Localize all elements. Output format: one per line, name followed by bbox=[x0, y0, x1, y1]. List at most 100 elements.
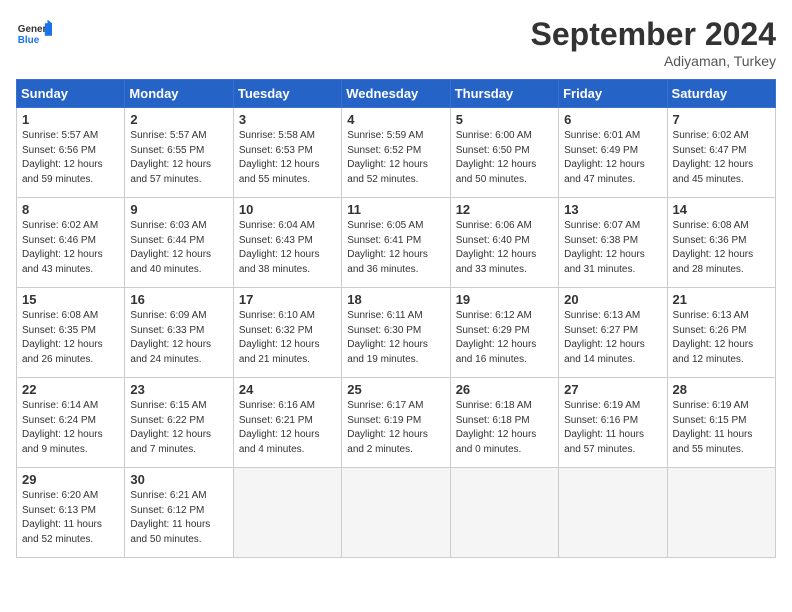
calendar-week-row: 22 Sunrise: 6:14 AM Sunset: 6:24 PM Dayli… bbox=[17, 378, 776, 468]
day-info: Sunrise: 6:13 AM Sunset: 6:26 PM Dayligh… bbox=[673, 309, 770, 367]
day-info: Sunrise: 6:09 AM Sunset: 6:33 PM Dayligh… bbox=[130, 309, 227, 367]
day-header-wednesday: Wednesday bbox=[342, 80, 450, 108]
day-number: 15 bbox=[22, 292, 119, 307]
calendar-day-cell: 15 Sunrise: 6:08 AM Sunset: 6:35 PM Dayli… bbox=[17, 288, 125, 378]
day-info: Sunrise: 6:21 AM Sunset: 6:12 PM Dayligh… bbox=[130, 489, 227, 547]
day-number: 10 bbox=[239, 202, 336, 217]
calendar-week-row: 29 Sunrise: 6:20 AM Sunset: 6:13 PM Dayli… bbox=[17, 468, 776, 558]
calendar-day-cell: 5 Sunrise: 6:00 AM Sunset: 6:50 PM Daylig… bbox=[450, 108, 558, 198]
day-info: Sunrise: 6:17 AM Sunset: 6:19 PM Dayligh… bbox=[347, 399, 444, 457]
day-number: 4 bbox=[347, 112, 444, 127]
day-number: 26 bbox=[456, 382, 553, 397]
calendar-day-cell: 1Sunrise: 5:57 AM Sunset: 6:56 PM Daylig… bbox=[17, 108, 125, 198]
title-area: September 2024 Adiyaman, Turkey bbox=[531, 16, 776, 69]
calendar-week-row: 8Sunrise: 6:02 AM Sunset: 6:46 PM Daylig… bbox=[17, 198, 776, 288]
day-info: Sunrise: 6:05 AM Sunset: 6:41 PM Dayligh… bbox=[347, 219, 444, 277]
calendar-day-cell: 16 Sunrise: 6:09 AM Sunset: 6:33 PM Dayli… bbox=[125, 288, 233, 378]
day-info: Sunrise: 6:06 AM Sunset: 6:40 PM Dayligh… bbox=[456, 219, 553, 277]
day-number: 16 bbox=[130, 292, 227, 307]
day-number: 17 bbox=[239, 292, 336, 307]
calendar-day-cell: 14 Sunrise: 6:08 AM Sunset: 6:36 PM Dayli… bbox=[667, 198, 775, 288]
day-info: Sunrise: 6:19 AM Sunset: 6:15 PM Dayligh… bbox=[673, 399, 770, 457]
location: Adiyaman, Turkey bbox=[531, 53, 776, 69]
calendar-day-cell: 26 Sunrise: 6:18 AM Sunset: 6:18 PM Dayli… bbox=[450, 378, 558, 468]
day-info: Sunrise: 6:01 AM Sunset: 6:49 PM Dayligh… bbox=[564, 129, 661, 187]
day-info: Sunrise: 6:08 AM Sunset: 6:36 PM Dayligh… bbox=[673, 219, 770, 277]
day-number: 19 bbox=[456, 292, 553, 307]
day-number: 9 bbox=[130, 202, 227, 217]
day-number: 14 bbox=[673, 202, 770, 217]
day-header-saturday: Saturday bbox=[667, 80, 775, 108]
day-number: 21 bbox=[673, 292, 770, 307]
calendar-day-cell bbox=[559, 468, 667, 558]
day-number: 24 bbox=[239, 382, 336, 397]
calendar-day-cell: 22 Sunrise: 6:14 AM Sunset: 6:24 PM Dayli… bbox=[17, 378, 125, 468]
logo: General Blue bbox=[16, 16, 52, 52]
logo-icon: General Blue bbox=[16, 16, 52, 52]
day-info: Sunrise: 6:07 AM Sunset: 6:38 PM Dayligh… bbox=[564, 219, 661, 277]
day-number: 20 bbox=[564, 292, 661, 307]
calendar-day-cell: 30 Sunrise: 6:21 AM Sunset: 6:12 PM Dayli… bbox=[125, 468, 233, 558]
calendar-table: SundayMondayTuesdayWednesdayThursdayFrid… bbox=[16, 79, 776, 558]
day-number: 7 bbox=[673, 112, 770, 127]
calendar-body: 1Sunrise: 5:57 AM Sunset: 6:56 PM Daylig… bbox=[17, 108, 776, 558]
day-info: Sunrise: 6:19 AM Sunset: 6:16 PM Dayligh… bbox=[564, 399, 661, 457]
day-number: 27 bbox=[564, 382, 661, 397]
calendar-day-cell: 13 Sunrise: 6:07 AM Sunset: 6:38 PM Dayli… bbox=[559, 198, 667, 288]
calendar-day-cell: 19 Sunrise: 6:12 AM Sunset: 6:29 PM Dayli… bbox=[450, 288, 558, 378]
day-info: Sunrise: 6:10 AM Sunset: 6:32 PM Dayligh… bbox=[239, 309, 336, 367]
calendar-day-cell: 23Sunrise: 6:15 AM Sunset: 6:22 PM Dayli… bbox=[125, 378, 233, 468]
calendar-week-row: 1Sunrise: 5:57 AM Sunset: 6:56 PM Daylig… bbox=[17, 108, 776, 198]
day-number: 28 bbox=[673, 382, 770, 397]
day-header-monday: Monday bbox=[125, 80, 233, 108]
calendar-day-cell: 8Sunrise: 6:02 AM Sunset: 6:46 PM Daylig… bbox=[17, 198, 125, 288]
day-info: Sunrise: 6:00 AM Sunset: 6:50 PM Dayligh… bbox=[456, 129, 553, 187]
day-header-thursday: Thursday bbox=[450, 80, 558, 108]
day-number: 5 bbox=[456, 112, 553, 127]
day-info: Sunrise: 6:08 AM Sunset: 6:35 PM Dayligh… bbox=[22, 309, 119, 367]
day-number: 12 bbox=[456, 202, 553, 217]
calendar-day-cell: 4 Sunrise: 5:59 AM Sunset: 6:52 PM Daylig… bbox=[342, 108, 450, 198]
calendar-day-cell: 12 Sunrise: 6:06 AM Sunset: 6:40 PM Dayli… bbox=[450, 198, 558, 288]
day-info: Sunrise: 6:02 AM Sunset: 6:47 PM Dayligh… bbox=[673, 129, 770, 187]
day-info: Sunrise: 5:59 AM Sunset: 6:52 PM Dayligh… bbox=[347, 129, 444, 187]
calendar-day-cell: 17 Sunrise: 6:10 AM Sunset: 6:32 PM Dayli… bbox=[233, 288, 341, 378]
calendar-day-cell: 27 Sunrise: 6:19 AM Sunset: 6:16 PM Dayli… bbox=[559, 378, 667, 468]
calendar-day-cell bbox=[233, 468, 341, 558]
day-number: 29 bbox=[22, 472, 119, 487]
day-info: Sunrise: 6:12 AM Sunset: 6:29 PM Dayligh… bbox=[456, 309, 553, 367]
month-title: September 2024 bbox=[531, 16, 776, 53]
day-info: Sunrise: 6:13 AM Sunset: 6:27 PM Dayligh… bbox=[564, 309, 661, 367]
day-number: 13 bbox=[564, 202, 661, 217]
day-number: 23 bbox=[130, 382, 227, 397]
calendar-day-cell: 25Sunrise: 6:17 AM Sunset: 6:19 PM Dayli… bbox=[342, 378, 450, 468]
calendar-day-cell: 24 Sunrise: 6:16 AM Sunset: 6:21 PM Dayli… bbox=[233, 378, 341, 468]
calendar-day-cell: 6Sunrise: 6:01 AM Sunset: 6:49 PM Daylig… bbox=[559, 108, 667, 198]
day-number: 30 bbox=[130, 472, 227, 487]
calendar-day-cell: 9 Sunrise: 6:03 AM Sunset: 6:44 PM Daylig… bbox=[125, 198, 233, 288]
calendar-day-cell: 10 Sunrise: 6:04 AM Sunset: 6:43 PM Dayli… bbox=[233, 198, 341, 288]
day-info: Sunrise: 6:16 AM Sunset: 6:21 PM Dayligh… bbox=[239, 399, 336, 457]
day-info: Sunrise: 6:02 AM Sunset: 6:46 PM Dayligh… bbox=[22, 219, 119, 277]
day-info: Sunrise: 6:11 AM Sunset: 6:30 PM Dayligh… bbox=[347, 309, 444, 367]
calendar-day-cell: 29 Sunrise: 6:20 AM Sunset: 6:13 PM Dayli… bbox=[17, 468, 125, 558]
day-info: Sunrise: 6:03 AM Sunset: 6:44 PM Dayligh… bbox=[130, 219, 227, 277]
header: General Blue September 2024 Adiyaman, Tu… bbox=[16, 16, 776, 69]
calendar-header-row: SundayMondayTuesdayWednesdayThursdayFrid… bbox=[17, 80, 776, 108]
day-number: 2 bbox=[130, 112, 227, 127]
day-info: Sunrise: 6:04 AM Sunset: 6:43 PM Dayligh… bbox=[239, 219, 336, 277]
day-number: 3 bbox=[239, 112, 336, 127]
day-info: Sunrise: 6:20 AM Sunset: 6:13 PM Dayligh… bbox=[22, 489, 119, 547]
day-number: 22 bbox=[22, 382, 119, 397]
day-info: Sunrise: 6:14 AM Sunset: 6:24 PM Dayligh… bbox=[22, 399, 119, 457]
day-info: Sunrise: 5:57 AM Sunset: 6:56 PM Dayligh… bbox=[22, 129, 119, 187]
calendar-day-cell: 21 Sunrise: 6:13 AM Sunset: 6:26 PM Dayli… bbox=[667, 288, 775, 378]
calendar-week-row: 15 Sunrise: 6:08 AM Sunset: 6:35 PM Dayli… bbox=[17, 288, 776, 378]
day-info: Sunrise: 5:57 AM Sunset: 6:55 PM Dayligh… bbox=[130, 129, 227, 187]
day-info: Sunrise: 5:58 AM Sunset: 6:53 PM Dayligh… bbox=[239, 129, 336, 187]
svg-text:Blue: Blue bbox=[18, 35, 40, 46]
day-number: 11 bbox=[347, 202, 444, 217]
day-info: Sunrise: 6:18 AM Sunset: 6:18 PM Dayligh… bbox=[456, 399, 553, 457]
day-number: 18 bbox=[347, 292, 444, 307]
calendar-day-cell: 11 Sunrise: 6:05 AM Sunset: 6:41 PM Dayli… bbox=[342, 198, 450, 288]
